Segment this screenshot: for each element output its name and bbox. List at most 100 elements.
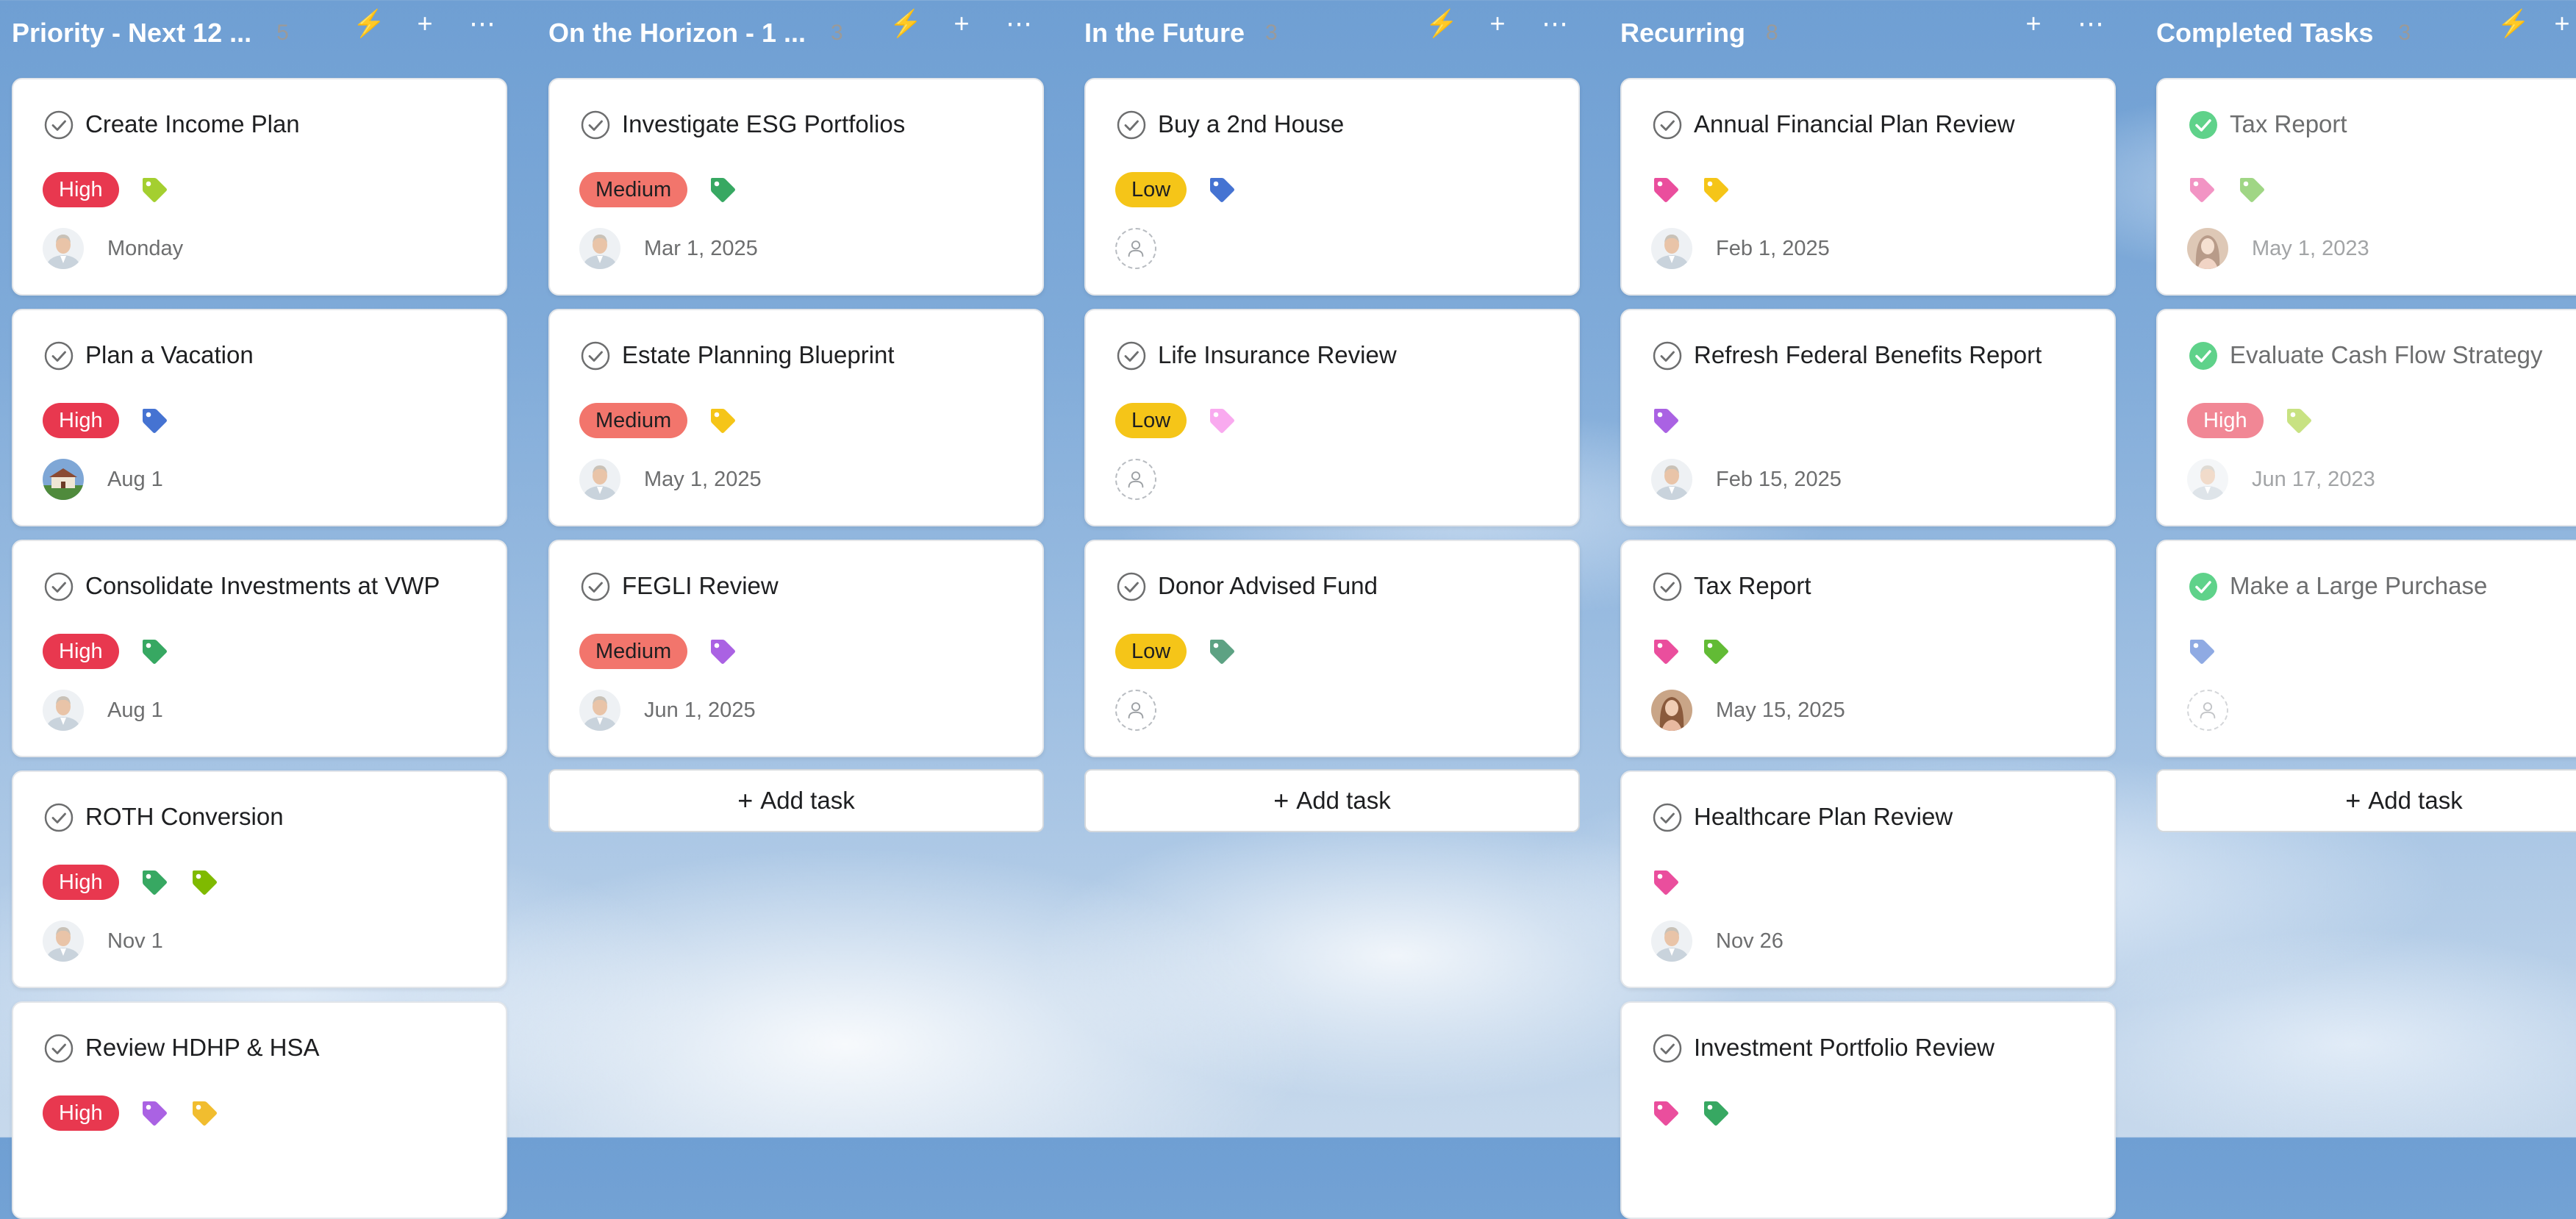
complete-check-icon[interactable]: [1651, 109, 1684, 141]
complete-check-icon[interactable]: [1115, 109, 1148, 141]
tag-icon[interactable]: [1207, 637, 1237, 666]
tag-icon[interactable]: [2237, 175, 2266, 204]
unassigned-avatar-icon[interactable]: [1115, 690, 1156, 731]
more-options-icon[interactable]: ⋯: [1540, 9, 1570, 38]
task-name[interactable]: Refresh Federal Benefits Report: [1694, 341, 2042, 369]
task-card[interactable]: Annual Financial Plan Review Feb 1, 2025: [1620, 78, 2116, 296]
due-date[interactable]: Jun 1, 2025: [644, 698, 756, 723]
tag-icon[interactable]: [708, 406, 737, 435]
priority-badge[interactable]: High: [43, 403, 119, 438]
assignee-avatar[interactable]: [2187, 228, 2228, 269]
task-card[interactable]: Make a Large Purchase: [2156, 540, 2576, 757]
priority-badge[interactable]: Medium: [579, 634, 688, 669]
add-task-button[interactable]: + Add task: [1084, 769, 1580, 832]
assignee-avatar[interactable]: [2187, 459, 2228, 500]
add-task-button[interactable]: + Add task: [548, 769, 1044, 832]
task-card[interactable]: Plan a Vacation High Aug 1: [12, 309, 507, 526]
tag-icon[interactable]: [708, 175, 737, 204]
task-name[interactable]: Tax Report: [1694, 572, 1811, 600]
task-card[interactable]: Investigate ESG Portfolios Medium Mar 1, 2…: [548, 78, 1044, 296]
task-card[interactable]: Tax Report May 1, 2023: [2156, 78, 2576, 296]
task-card[interactable]: Create Income Plan High Monday: [12, 78, 507, 296]
due-date[interactable]: Nov 26: [1716, 929, 1783, 954]
task-name[interactable]: Donor Advised Fund: [1158, 572, 1378, 600]
assignee-avatar[interactable]: [43, 690, 84, 731]
priority-badge[interactable]: High: [43, 865, 119, 900]
tag-icon[interactable]: [140, 1098, 169, 1128]
due-date[interactable]: Aug 1: [107, 468, 163, 492]
assignee-avatar[interactable]: [43, 459, 84, 500]
task-name[interactable]: Estate Planning Blueprint: [622, 341, 895, 369]
due-date[interactable]: Feb 1, 2025: [1716, 237, 1830, 261]
task-card[interactable]: ROTH Conversion High Nov 1: [12, 771, 507, 988]
complete-check-icon[interactable]: [579, 571, 612, 603]
assignee-avatar[interactable]: [1651, 690, 1692, 731]
complete-check-icon[interactable]: [579, 340, 612, 372]
completed-check-icon[interactable]: [2187, 340, 2219, 372]
add-task-plus-icon[interactable]: +: [2547, 9, 2576, 38]
column-title[interactable]: Priority - Next 12 ...: [12, 18, 251, 49]
task-name[interactable]: Tax Report: [2230, 110, 2347, 138]
complete-check-icon[interactable]: [43, 571, 75, 603]
task-name[interactable]: ROTH Conversion: [85, 803, 284, 831]
tag-icon[interactable]: [140, 637, 169, 666]
tag-icon[interactable]: [1207, 175, 1237, 204]
task-name[interactable]: Life Insurance Review: [1158, 341, 1397, 369]
add-task-plus-icon[interactable]: +: [2019, 9, 2048, 38]
task-name[interactable]: Plan a Vacation: [85, 341, 254, 369]
task-card[interactable]: Estate Planning Blueprint Medium May 1, 20…: [548, 309, 1044, 526]
due-date[interactable]: Feb 15, 2025: [1716, 468, 1842, 492]
priority-badge[interactable]: High: [43, 1095, 119, 1131]
tag-icon[interactable]: [2187, 637, 2217, 666]
task-name[interactable]: Evaluate Cash Flow Strategy: [2230, 341, 2543, 369]
automation-bolt-icon[interactable]: ⚡: [1425, 9, 1459, 38]
tag-icon[interactable]: [1651, 868, 1681, 897]
column-title[interactable]: Recurring: [1620, 18, 1745, 49]
automation-bolt-icon[interactable]: ⚡: [353, 9, 386, 38]
add-task-button[interactable]: + Add task: [2156, 769, 2576, 832]
task-name[interactable]: Healthcare Plan Review: [1694, 803, 1953, 831]
task-card[interactable]: Buy a 2nd House Low: [1084, 78, 1580, 296]
task-card[interactable]: Consolidate Investments at VWP High Aug 1: [12, 540, 507, 757]
due-date[interactable]: Nov 1: [107, 929, 163, 954]
assignee-avatar[interactable]: [1651, 459, 1692, 500]
tag-icon[interactable]: [140, 868, 169, 897]
task-card[interactable]: Tax Report May 15, 2025: [1620, 540, 2116, 757]
completed-check-icon[interactable]: [2187, 109, 2219, 141]
complete-check-icon[interactable]: [43, 801, 75, 834]
automation-bolt-icon[interactable]: ⚡: [890, 9, 923, 38]
priority-badge[interactable]: High: [43, 172, 119, 207]
complete-check-icon[interactable]: [579, 109, 612, 141]
task-name[interactable]: Buy a 2nd House: [1158, 110, 1344, 138]
due-date[interactable]: May 1, 2023: [2252, 237, 2369, 261]
task-card[interactable]: Review HDHP & HSA High: [12, 1001, 507, 1219]
assignee-avatar[interactable]: [579, 459, 620, 500]
due-date[interactable]: Aug 1: [107, 698, 163, 723]
tag-icon[interactable]: [2284, 406, 2314, 435]
due-date[interactable]: Jun 17, 2023: [2252, 468, 2375, 492]
assignee-avatar[interactable]: [1651, 228, 1692, 269]
complete-check-icon[interactable]: [43, 109, 75, 141]
complete-check-icon[interactable]: [1651, 340, 1684, 372]
complete-check-icon[interactable]: [1651, 1032, 1684, 1065]
tag-icon[interactable]: [1701, 637, 1731, 666]
task-card[interactable]: Evaluate Cash Flow Strategy High Jun 17, 2…: [2156, 309, 2576, 526]
add-task-plus-icon[interactable]: +: [1483, 9, 1512, 38]
priority-badge[interactable]: Medium: [579, 403, 688, 438]
complete-check-icon[interactable]: [43, 340, 75, 372]
completed-check-icon[interactable]: [2187, 571, 2219, 603]
task-name[interactable]: Investment Portfolio Review: [1694, 1034, 1994, 1062]
tag-icon[interactable]: [1651, 637, 1681, 666]
tag-icon[interactable]: [708, 637, 737, 666]
tag-icon[interactable]: [1651, 406, 1681, 435]
add-task-plus-icon[interactable]: +: [410, 9, 440, 38]
priority-badge[interactable]: Low: [1115, 403, 1187, 438]
assignee-avatar[interactable]: [579, 228, 620, 269]
more-options-icon[interactable]: ⋯: [2076, 9, 2105, 38]
task-name[interactable]: Review HDHP & HSA: [85, 1034, 319, 1062]
priority-badge[interactable]: High: [2187, 403, 2264, 438]
unassigned-avatar-icon[interactable]: [2187, 690, 2228, 731]
task-card[interactable]: Donor Advised Fund Low: [1084, 540, 1580, 757]
due-date[interactable]: May 15, 2025: [1716, 698, 1845, 723]
complete-check-icon[interactable]: [1115, 340, 1148, 372]
